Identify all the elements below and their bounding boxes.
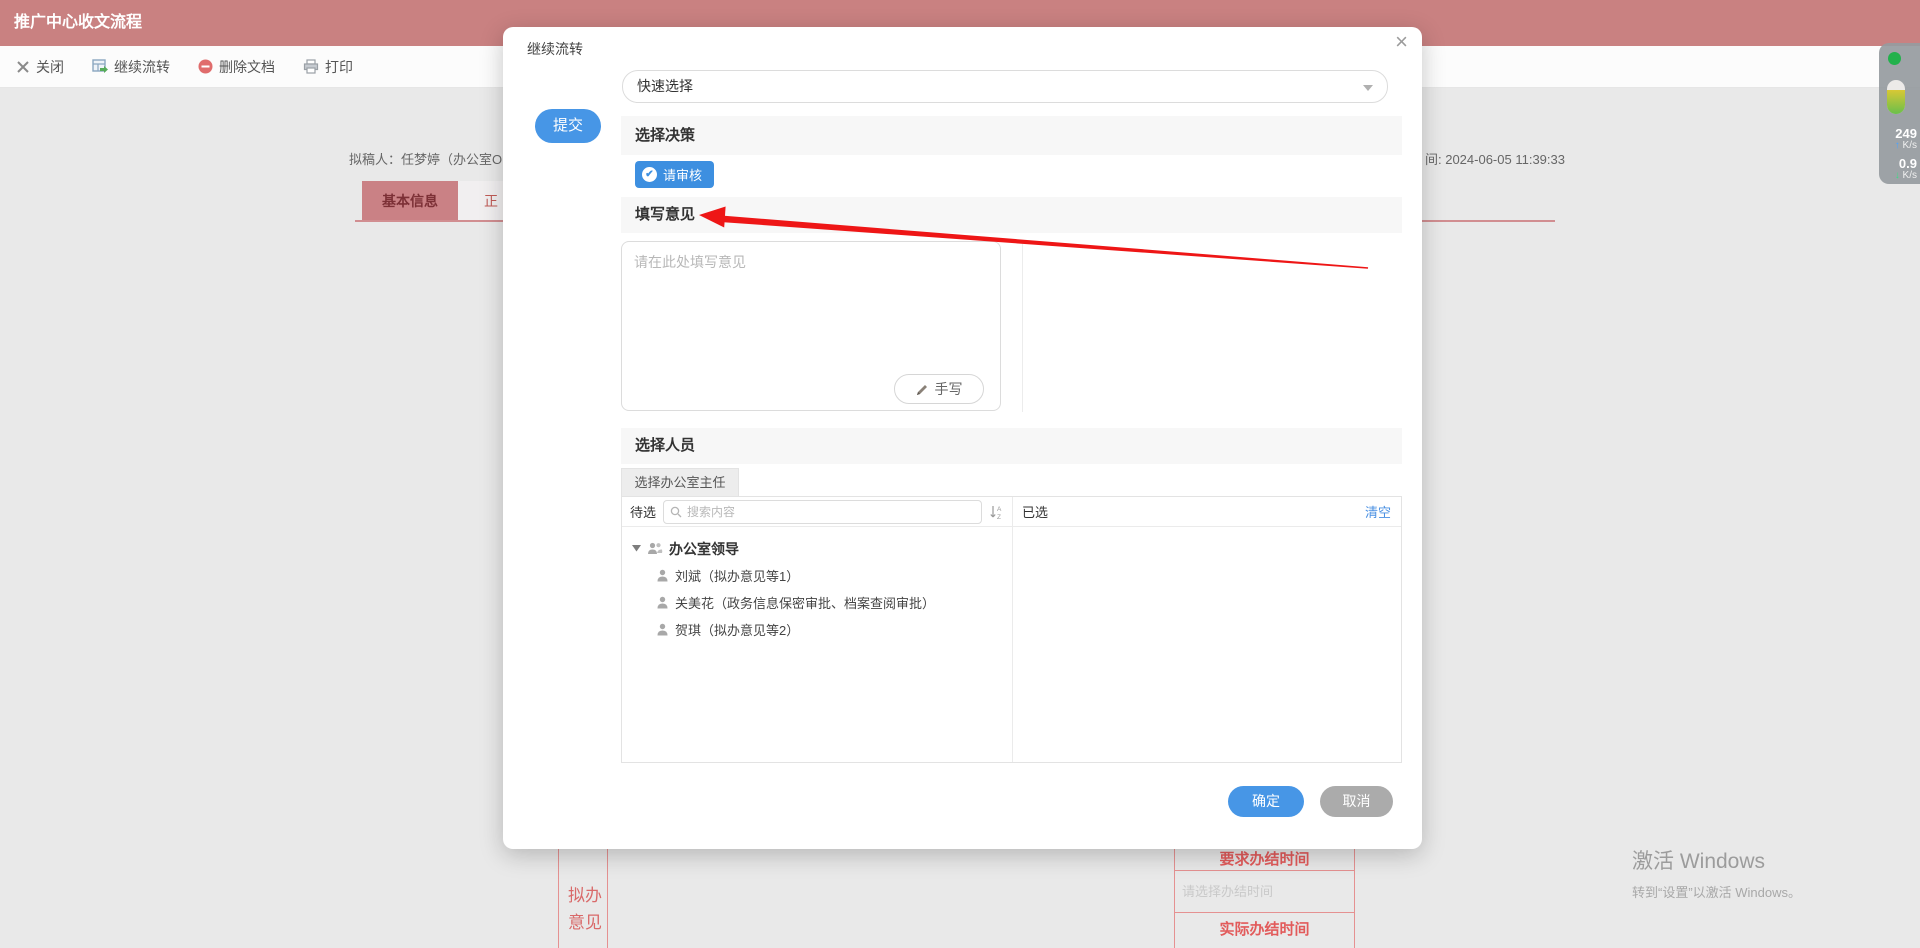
search-placeholder: 搜索内容 [687,505,736,519]
tree-member-row[interactable]: 关美花（政务信息保密审批、档案查阅审批） [622,589,1012,616]
page-title: 推广中心收文流程 [14,14,143,31]
required-finish-time-header: 要求办结时间 [1174,849,1355,871]
print-icon [303,59,319,74]
toolbar-item-label: 打印 [325,58,353,75]
continue-flow-icon [92,58,108,73]
chevron-down-icon [1363,85,1373,91]
upload-speed-unit: ↑ K/s [1879,140,1917,151]
continue-flow-button[interactable]: 继续流转 [92,57,170,77]
windows-activation-watermark: 激活 Windows 转到“设置”以激活 Windows。 [1632,845,1801,901]
down-arrow-icon: ↓ [1894,170,1900,181]
person-picker-panel: 待选 搜索内容 AZ 已选 清空 办公室领导 刘斌（拟办意见等1） 关美花（政务… [621,496,1402,763]
opinion-placeholder: 请在此处填写意见 [634,254,746,270]
tree-group-office-leaders[interactable]: 办公室领导 [622,535,1012,562]
person-icon [657,569,668,582]
tab-basic-info[interactable]: 基本信息 [362,181,458,220]
toolbar-item-label: 删除文档 [219,58,275,75]
finish-time-input[interactable]: 请选择办结时间 [1174,871,1355,913]
continue-flow-dialog: 继续流转 × 快速选择 提交 选择决策 ✔ 请审核 填写意见 请在此处填写意见 … [503,27,1422,849]
confirm-button[interactable]: 确定 [1228,786,1304,817]
quick-select-dropdown[interactable]: 快速选择 [622,70,1388,103]
person-section-header: 选择人员 [621,428,1402,464]
net-speed-widget[interactable]: 249 ↑ K/s 0.9 ↓ K/s [1879,43,1920,184]
draft-opinion-cell-label: 拟办 意见 [562,882,608,936]
tree-member-row[interactable]: 刘斌（拟办意见等1） [622,562,1012,589]
cancel-button[interactable]: 取消 [1320,786,1393,817]
person-tree: 办公室领导 刘斌（拟办意见等1） 关美花（政务信息保密审批、档案查阅审批） 贺琪… [622,527,1012,643]
decision-chip-review[interactable]: ✔ 请审核 [635,161,715,188]
caret-down-icon [632,545,641,552]
tree-member-label: 贺琪（拟办意见等2） [675,623,800,638]
opinion-textarea[interactable]: 请在此处填写意见 手写 [621,241,1001,411]
status-dot-icon [1888,52,1901,65]
time-info: 间: 2024-06-05 11:39:33 [1425,152,1565,167]
search-icon [670,506,682,517]
person-icon [657,596,668,609]
opinion-section-header: 填写意见 [621,197,1402,233]
table-border-line [558,849,559,948]
sort-az-icon[interactable]: AZ [989,504,1004,520]
search-input[interactable]: 搜索内容 [663,499,982,524]
group-icon [648,542,663,554]
pencil-icon [916,384,927,395]
person-tab-office-director[interactable]: 选择办公室主任 [621,468,739,496]
unit-label: K/s [1902,170,1917,181]
quick-select-value: 快速选择 [637,78,693,94]
clear-selected-link[interactable]: 清空 [1365,502,1391,521]
up-arrow-icon: ↑ [1894,140,1900,151]
panel-column-divider [1012,497,1013,762]
deadline-table: 要求办结时间 请选择办结时间 实际办结时间 [1174,849,1355,948]
pending-label: 待选 [630,505,657,520]
dialog-title: 继续流转 [527,41,583,57]
toolbar-item-label: 关闭 [36,58,64,75]
tab-label: 正 [484,192,498,209]
download-speed-unit: ↓ K/s [1879,170,1917,181]
handwrite-button[interactable]: 手写 [894,374,984,404]
upload-speed-value: 249 [1895,126,1917,141]
section-label: 选择人员 [635,437,696,454]
selected-header: 已选 清空 [1012,497,1401,526]
tab-label: 基本信息 [382,192,438,209]
watermark-line: 激活 Windows [1632,850,1766,873]
tree-group-label: 办公室领导 [669,540,739,557]
print-button[interactable]: 打印 [303,57,353,77]
tree-member-label: 关美花（政务信息保密审批、档案查阅审批） [675,596,936,611]
download-speed-value: 0.9 [1898,156,1917,171]
actual-finish-time-header: 实际办结时间 [1174,913,1355,948]
selected-label: 已选 [1022,505,1049,520]
draft-opinion-line: 意见 [568,913,602,932]
toolbar-item-label: 继续流转 [114,58,170,75]
decision-section-header: 选择决策 [621,116,1402,155]
decision-chip-label: 请审核 [663,168,703,183]
tree-member-label: 刘斌（拟办意见等1） [675,569,800,584]
gauge-capsule-icon [1887,80,1905,114]
submit-step-button[interactable]: 提交 [535,109,601,143]
delete-doc-button[interactable]: 删除文档 [198,57,275,77]
drafter-info: 拟稿人：任梦婷（办公室O [349,152,503,167]
handwrite-label: 手写 [934,381,963,397]
tree-member-row[interactable]: 贺琪（拟办意见等2） [622,616,1012,643]
person-icon [657,623,668,636]
opinion-divider [1022,241,1023,412]
close-icon [17,60,29,73]
delete-doc-icon [198,59,213,74]
close-button[interactable]: 关闭 [16,57,64,77]
check-circle-icon: ✔ [642,167,657,182]
svg-text:A: A [997,506,1002,513]
section-label: 填写意见 [635,206,696,223]
draft-opinion-line: 拟办 [568,886,602,905]
watermark-line: 转到“设置”以激活 Windows。 [1632,885,1802,900]
pending-header: 待选 搜索内容 AZ [622,497,1012,526]
svg-text:Z: Z [997,514,1001,520]
section-label: 选择决策 [635,127,696,144]
unit-label: K/s [1902,140,1917,151]
dialog-close-icon[interactable]: × [1395,31,1408,53]
